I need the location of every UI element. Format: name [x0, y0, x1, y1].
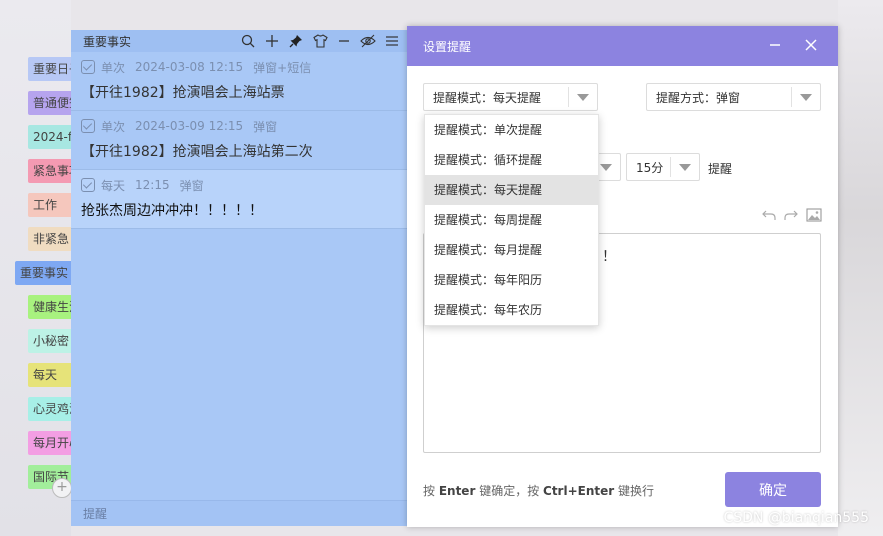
- chevron-down-icon: [568, 87, 597, 107]
- note-mode: 单次: [101, 60, 126, 75]
- image-icon[interactable]: [806, 208, 822, 226]
- note-time: 12:15: [135, 178, 170, 192]
- notes-header: 重要事实: [71, 30, 407, 52]
- alarm-check-icon: [81, 60, 95, 74]
- note-text: 【开往1982】抢演唱会上海站第二次: [81, 144, 313, 160]
- sidebar-tag[interactable]: 重要日子: [28, 57, 76, 81]
- minute-select[interactable]: 15分: [626, 153, 700, 181]
- confirm-button[interactable]: 确定: [725, 472, 821, 507]
- plus-icon[interactable]: [263, 32, 281, 50]
- minimize-icon[interactable]: [765, 36, 785, 56]
- add-tag-button[interactable]: +: [52, 478, 72, 498]
- note-method: 弹窗: [253, 119, 278, 134]
- sidebar-tag[interactable]: 普通便签: [28, 91, 76, 115]
- note-item-selected[interactable]: 每天 12:15 弹窗 抢张杰周边冲冲冲！！！！！: [71, 170, 407, 229]
- sidebar-tag[interactable]: 重要事实: [15, 261, 76, 285]
- note-mode: 每天: [101, 178, 126, 193]
- reminder-method-select[interactable]: 提醒方式：弹窗: [646, 83, 821, 111]
- menu-icon[interactable]: [383, 32, 401, 50]
- sidebar-tag[interactable]: 非紧急: [28, 227, 76, 251]
- minute-value: 15分: [636, 161, 664, 175]
- alarm-check-icon: [81, 119, 95, 133]
- sidebar-tag[interactable]: 每天: [28, 363, 76, 387]
- watermark: CSDN @bianqian555: [723, 510, 869, 526]
- dropdown-option-lunar-yearly[interactable]: 提醒模式：每年农历: [425, 295, 598, 325]
- alarm-check-icon: [81, 178, 95, 192]
- editor-text: ！: [602, 249, 616, 265]
- dropdown-option-loop[interactable]: 提醒模式：循环提醒: [425, 145, 598, 175]
- reminder-mode-value: 提醒模式：每天提醒: [433, 91, 542, 105]
- note-method: 弹窗+短信: [253, 60, 312, 75]
- chevron-down-icon: [791, 87, 820, 107]
- reminder-method-value: 提醒方式：弹窗: [656, 91, 741, 105]
- search-icon[interactable]: [239, 32, 257, 50]
- right-background: [838, 0, 883, 536]
- pin-icon[interactable]: [287, 32, 305, 50]
- dropdown-option-weekly[interactable]: 提醒模式：每周提醒: [425, 205, 598, 235]
- sidebar-tag[interactable]: 工作: [28, 193, 76, 217]
- sidebar-tag[interactable]: 心灵鸡汤: [28, 397, 76, 421]
- dialog-titlebar: 设置提醒: [407, 26, 838, 66]
- dropdown-option-monthly[interactable]: 提醒模式：每月提醒: [425, 235, 598, 265]
- redo-icon[interactable]: [784, 208, 798, 226]
- minimize-icon[interactable]: [335, 32, 353, 50]
- sidebar-tag[interactable]: 健康生活: [28, 295, 76, 319]
- note-item[interactable]: 单次 2024-03-09 12:15 弹窗 【开往1982】抢演唱会上海站第二…: [71, 111, 407, 170]
- dropdown-option-once[interactable]: 提醒模式：单次提醒: [425, 115, 598, 145]
- sidebar-tag[interactable]: 紧急事项: [28, 159, 76, 183]
- notes-title: 重要事实: [83, 34, 132, 49]
- dialog-title: 设置提醒: [423, 39, 472, 54]
- chevron-down-icon: [670, 157, 699, 177]
- note-time: 2024-03-08 12:15: [135, 60, 244, 74]
- note-item[interactable]: 单次 2024-03-08 12:15 弹窗+短信 【开往1982】抢演唱会上海…: [71, 52, 407, 111]
- note-method: 弹窗: [179, 178, 204, 193]
- sidebar-tag[interactable]: 每月开心: [28, 431, 76, 455]
- shirt-icon[interactable]: [311, 32, 329, 50]
- remind-label: 提醒: [708, 162, 733, 176]
- note-mode: 单次: [101, 119, 126, 134]
- close-icon[interactable]: [801, 36, 821, 56]
- note-time: 2024-03-09 12:15: [135, 119, 244, 133]
- sidebar-tag[interactable]: 小秘密: [28, 329, 76, 353]
- sidebar-tag[interactable]: 2024-flag: [28, 125, 76, 149]
- notes-panel: 重要事实 单次 2024-03-08 12:15 弹窗+短信 【开往1982】抢…: [71, 30, 408, 526]
- undo-icon[interactable]: [762, 208, 776, 226]
- keyboard-hint: 按 Enter 键确定，按 Ctrl+Enter 键换行: [423, 484, 655, 498]
- dropdown-option-solar-yearly[interactable]: 提醒模式：每年阳历: [425, 265, 598, 295]
- note-text: 【开往1982】抢演唱会上海站票: [81, 85, 285, 101]
- note-text: 抢张杰周边冲冲冲！！！！！: [81, 203, 263, 219]
- notes-footer: 提醒: [71, 500, 407, 526]
- reminder-mode-dropdown: 提醒模式：单次提醒 提醒模式：循环提醒 提醒模式：每天提醒 提醒模式：每周提醒 …: [424, 114, 599, 326]
- reminder-mode-select[interactable]: 提醒模式：每天提醒: [423, 83, 598, 111]
- dropdown-option-daily[interactable]: 提醒模式：每天提醒: [425, 175, 598, 205]
- hide-icon[interactable]: [359, 32, 377, 50]
